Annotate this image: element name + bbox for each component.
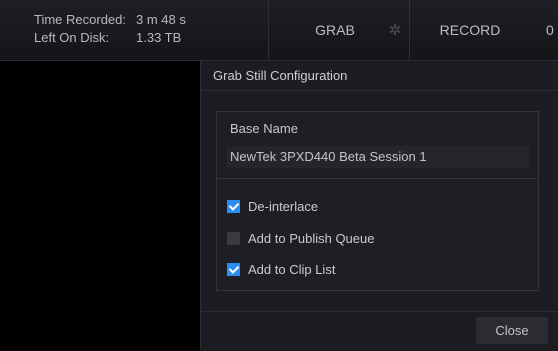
publish-queue-label: Add to Publish Queue: [248, 230, 375, 246]
close-button[interactable]: Close: [476, 317, 548, 344]
clip-list-option[interactable]: Add to Clip List: [227, 260, 335, 278]
grab-button[interactable]: GRAB: [295, 0, 375, 60]
left-on-disk-value: 1.33 TB: [136, 30, 182, 45]
clip-list-label: Add to Clip List: [248, 261, 336, 277]
options-group: De-interlace Add to Publish Queue Add to…: [216, 179, 539, 291]
deinterlace-option[interactable]: De-interlace: [227, 197, 318, 215]
truncated-label: 0: [546, 22, 554, 38]
top-toolbar: Time Recorded: 3 m 48 s Left On Disk: 1.…: [0, 0, 558, 61]
deinterlace-label: De-interlace: [248, 198, 319, 214]
base-name-label: Base Name: [230, 121, 298, 136]
time-recorded-value: 3 m 48 s: [136, 12, 186, 27]
toolbar-divider: [268, 0, 269, 60]
dialog-footer: Close: [201, 311, 558, 351]
publish-queue-checkbox[interactable]: [227, 231, 240, 245]
clip-list-checkbox[interactable]: [227, 262, 240, 276]
deinterlace-checkbox[interactable]: [227, 199, 240, 213]
base-name-input[interactable]: NewTek 3PXD440 Beta Session 1: [227, 146, 529, 168]
gear-icon[interactable]: ✲: [387, 23, 403, 39]
time-recorded-label: Time Recorded:: [34, 12, 126, 27]
recording-status: Time Recorded: 3 m 48 s Left On Disk: 1.…: [34, 11, 186, 47]
dialog-title: Grab Still Configuration: [201, 61, 558, 91]
record-button[interactable]: RECORD: [420, 0, 520, 60]
video-preview: [0, 61, 200, 350]
left-on-disk-label: Left On Disk:: [34, 30, 110, 45]
publish-queue-option[interactable]: Add to Publish Queue: [227, 229, 374, 247]
base-name-group: Base Name NewTek 3PXD440 Beta Session 1: [216, 111, 539, 179]
grab-still-dialog: Grab Still Configuration Base Name NewTe…: [200, 61, 558, 351]
toolbar-divider: [409, 0, 410, 60]
